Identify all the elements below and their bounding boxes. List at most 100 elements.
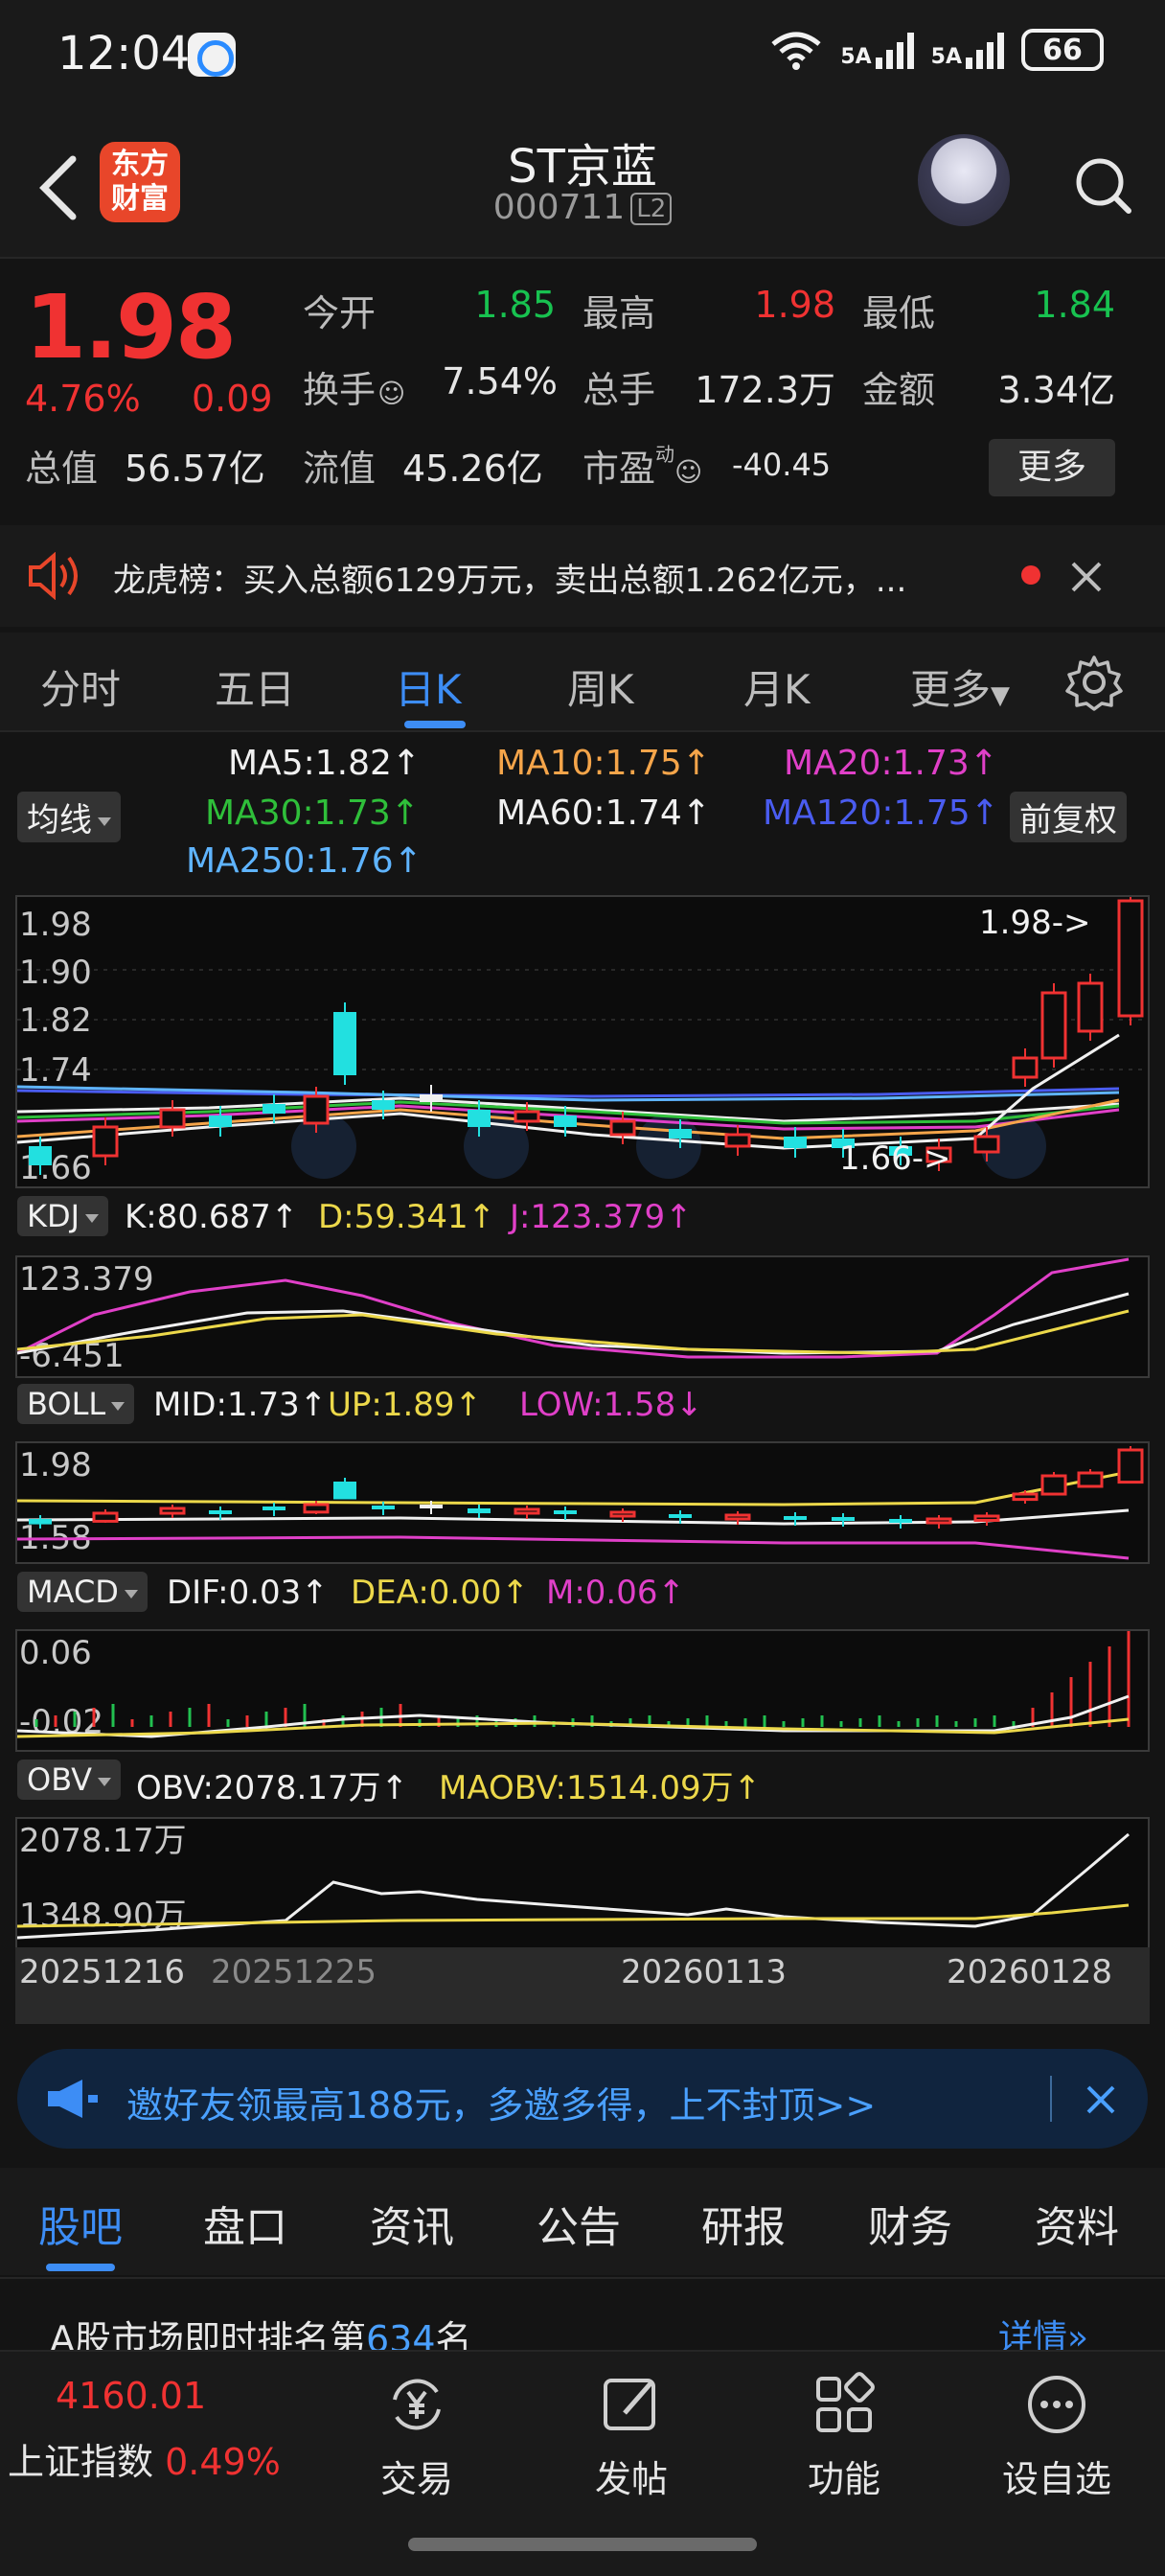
wifi-icon (771, 32, 821, 70)
tab-weekly-k[interactable]: 周K (567, 657, 634, 716)
nav-functions[interactable]: 功能 (763, 2371, 925, 2502)
kline-low-marker: 1.66-> (839, 1139, 950, 1178)
pe-value: -40.45 (732, 447, 832, 483)
obv-maobv-label: MAOBV:1514.09万↑ (439, 1769, 762, 1807)
tab-announcements[interactable]: 公告 (537, 2193, 621, 2254)
high-label: 最高 (582, 292, 656, 334)
macd-dea-label: DEA:0.00↑ (351, 1574, 529, 1612)
boll-candle (832, 1517, 855, 1521)
candle (159, 1108, 186, 1129)
kline-ytick-2: 1.90 (19, 954, 92, 992)
candle (669, 1129, 692, 1138)
turnover-value: 7.54% (442, 360, 558, 402)
banner-text[interactable]: 邀好友领最高188元，多邀多得，上不封顶>> (126, 2076, 876, 2128)
tab-daily-k[interactable]: 日K (395, 657, 462, 716)
candle (1117, 899, 1144, 1018)
candle (263, 1104, 286, 1114)
boll-up-label: UP:1.89↑ (328, 1386, 483, 1424)
boll-candle (1117, 1448, 1144, 1484)
boll-mid-label: MID:1.73↑ (153, 1386, 328, 1424)
assistant-robot-icon[interactable] (918, 134, 1010, 226)
boll-candle (724, 1513, 751, 1521)
grid-icon (816, 2372, 875, 2432)
macd-selector[interactable]: MACD (17, 1572, 148, 1612)
gear-icon[interactable] (1065, 654, 1123, 711)
candle (724, 1133, 751, 1148)
boll-candle (1077, 1471, 1104, 1488)
tab-news[interactable]: 资讯 (370, 2193, 454, 2254)
kline-high-marker: 1.98-> (979, 904, 1090, 942)
tab-intraday[interactable]: 分时 (40, 657, 121, 716)
more-button[interactable]: 更多 (989, 439, 1115, 496)
boll-candle (609, 1510, 636, 1518)
boll-candle (420, 1505, 443, 1508)
tab-guba[interactable]: 股吧 (38, 2193, 123, 2254)
kdj-ytick-top: 123.379 (19, 1260, 154, 1299)
boll-candle (372, 1506, 395, 1509)
date-tick-3: 20260113 (621, 1953, 788, 1991)
obv-selector[interactable]: OBV (17, 1760, 122, 1800)
home-indicator[interactable] (408, 2538, 757, 2551)
tab-financials[interactable]: 财务 (868, 2193, 952, 2254)
signal-1-icon: 5A (840, 31, 914, 69)
kdj-panel[interactable]: 123.379 -6.451 (15, 1255, 1150, 1378)
boll-panel[interactable]: 1.98 1.58 (15, 1441, 1150, 1564)
ma30-label: MA30:1.73↑ (205, 794, 420, 833)
news-ticker[interactable]: 龙虎榜：买入总额6129万元，卖出总额1.262亿元，... (0, 525, 1165, 627)
macd-panel[interactable]: 0.06 -0.02 (15, 1629, 1150, 1752)
candle (468, 1110, 491, 1127)
candle (554, 1116, 577, 1127)
kdj-selector[interactable]: KDJ (17, 1196, 109, 1236)
nav-trade[interactable]: 交易 (335, 2371, 498, 2502)
boll-ytick-top: 1.98 (19, 1446, 92, 1484)
candle (1040, 991, 1067, 1060)
search-icon[interactable] (1069, 136, 1136, 232)
kline-ytick-3: 1.82 (19, 1001, 92, 1040)
index-value[interactable]: 4160.01 (56, 2375, 206, 2417)
index-name[interactable]: 上证指数 0.49% (8, 2432, 281, 2485)
close-icon[interactable] (1085, 2083, 1117, 2116)
nav-post[interactable]: 发帖 (550, 2371, 713, 2502)
tab-more[interactable]: 更多▼ (910, 657, 1010, 716)
tab-profile[interactable]: 资料 (1035, 2193, 1119, 2254)
tab-five-day[interactable]: 五日 (215, 657, 295, 716)
boll-selector[interactable]: BOLL (17, 1384, 135, 1424)
boll-candle (1040, 1474, 1067, 1496)
nav-watchlist[interactable]: 设自选 (975, 2371, 1138, 2502)
period-tabs: 分时 五日 日K 周K 月K 更多▼ (0, 632, 1165, 732)
ma-selector[interactable]: 均线 (17, 792, 121, 842)
kdj-legend: KDJ K:80.687↑ D:59.341↑ J:123.379↑ (0, 1190, 1165, 1244)
unread-dot (1021, 565, 1040, 585)
obv-panel[interactable]: 2078.17万 1348.90万 (15, 1817, 1150, 1949)
kline-panel[interactable]: 1.98 1.90 1.82 1.74 1.66 1.98-> 1.66-> (15, 891, 1150, 1188)
boll-candle (159, 1506, 186, 1515)
market-rank: A股市场即时排名第634名 详情» (0, 2277, 1165, 2360)
dropdown-icon (111, 1401, 126, 1411)
close-icon[interactable] (1067, 558, 1106, 596)
candle (333, 1012, 356, 1075)
adjust-selector[interactable]: 前复权 (1010, 792, 1127, 842)
obv-ytick-top: 2078.17万 (19, 1822, 187, 1860)
edit-icon (604, 2379, 655, 2430)
candle (420, 1094, 443, 1102)
news-text[interactable]: 龙虎榜：买入总额6129万元，卖出总额1.262亿元，... (113, 554, 906, 601)
tab-research[interactable]: 研报 (701, 2193, 786, 2254)
ma250-label: MA250:1.76↑ (186, 841, 423, 881)
boll-candles (29, 1446, 1144, 1529)
kline-chart[interactable]: 1.98 1.90 1.82 1.74 1.66 1.98-> 1.66-> (16, 891, 1148, 1187)
float-label: 流值 (303, 448, 377, 490)
kdj-d-label: D:59.341↑ (318, 1198, 496, 1236)
tab-pankou[interactable]: 盘口 (203, 2193, 287, 2254)
boll-candle (303, 1503, 330, 1514)
tab-monthly-k[interactable]: 月K (743, 657, 811, 716)
ma-legend: MA5:1.82↑ MA10:1.75↑ MA20:1.73↑ 均线 MA30:… (0, 734, 1165, 891)
candle (609, 1119, 636, 1137)
open-value: 1.85 (474, 284, 556, 326)
macd-legend: MACD DIF:0.03↑ DEA:0.00↑ M:0.06↑ (0, 1566, 1165, 1620)
ma5-label: MA5:1.82↑ (228, 744, 422, 783)
boll-chart: 1.98 1.58 (16, 1446, 1144, 1560)
boll-candle (92, 1511, 119, 1523)
amount-value: 3.34亿 (997, 369, 1115, 411)
invite-banner[interactable]: 邀好友领最高188元，多邀多得，上不封顶>> (17, 2049, 1148, 2149)
candle (372, 1100, 395, 1110)
